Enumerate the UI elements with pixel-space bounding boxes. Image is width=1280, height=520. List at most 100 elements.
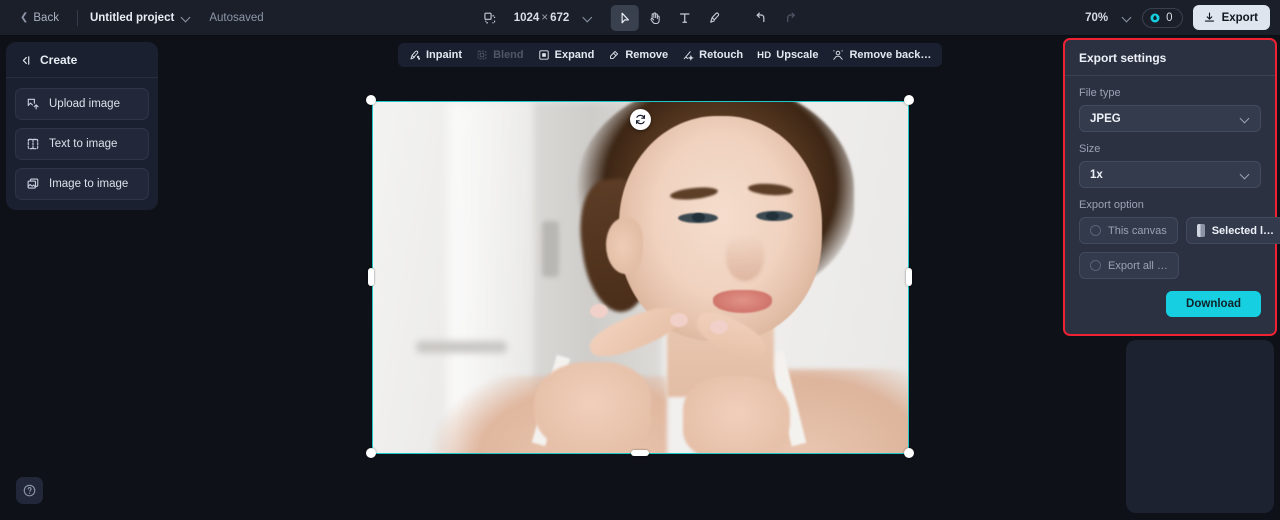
export-option-row-2: Export all … bbox=[1079, 252, 1261, 279]
topbar-left-group: ❮ Back Untitled project Autosaved bbox=[0, 8, 264, 28]
retouch-icon bbox=[683, 51, 694, 61]
zoom-chevron-down-icon[interactable] bbox=[1123, 13, 1132, 22]
text-to-image-button[interactable]: Text to image bbox=[15, 128, 149, 160]
resize-handle-top-left[interactable] bbox=[366, 95, 376, 105]
photo-hand-right bbox=[683, 375, 791, 453]
credit-drop-icon bbox=[1150, 13, 1160, 22]
text-icon[interactable] bbox=[670, 5, 698, 31]
export-button[interactable]: Export bbox=[1192, 5, 1270, 30]
brush-icon[interactable] bbox=[700, 5, 728, 31]
redo-icon[interactable] bbox=[776, 5, 804, 31]
photo-lips bbox=[712, 289, 772, 313]
zoom-level: 70% bbox=[1085, 11, 1109, 24]
layer-icon bbox=[1196, 224, 1205, 237]
frame-icon[interactable] bbox=[476, 5, 504, 31]
dimension-separator: × bbox=[541, 11, 549, 24]
selected-layer-label: Selected l… bbox=[1211, 224, 1275, 237]
upload-image-icon bbox=[27, 98, 39, 110]
photo-pupil-left bbox=[692, 213, 706, 222]
remove-button[interactable]: Remove bbox=[601, 45, 675, 65]
zoom-control[interactable]: 70% bbox=[1085, 12, 1132, 24]
create-panel-items: Upload image Text to image Image to imag… bbox=[6, 78, 158, 200]
rotate-handle[interactable] bbox=[630, 109, 651, 130]
size-chevron-down-icon bbox=[1241, 170, 1250, 179]
topbar-right-group: 70% 0 Export bbox=[1085, 5, 1270, 30]
undo-icon[interactable] bbox=[746, 5, 774, 31]
resize-handle-top-right[interactable] bbox=[904, 95, 914, 105]
upload-image-button[interactable]: Upload image bbox=[15, 88, 149, 120]
help-circle-icon bbox=[23, 484, 36, 497]
download-icon bbox=[1204, 12, 1214, 22]
export-option-selected-layer[interactable]: Selected l… bbox=[1185, 217, 1280, 244]
canvas-width: 1024 bbox=[513, 11, 540, 24]
hd-upscale-label: Upscale bbox=[776, 49, 819, 61]
remove-label: Remove bbox=[625, 49, 669, 61]
photo-ear bbox=[605, 217, 644, 274]
hd-upscale-button[interactable]: HD Upscale bbox=[750, 45, 825, 65]
help-button[interactable] bbox=[16, 477, 43, 504]
resize-handle-bottom[interactable] bbox=[631, 450, 649, 456]
export-all-label: Export all … bbox=[1108, 259, 1168, 272]
file-type-select[interactable]: JPEG bbox=[1079, 105, 1261, 132]
photo-nail-3 bbox=[710, 319, 729, 334]
inpaint-label: Inpaint bbox=[426, 49, 463, 61]
canvas-height: 672 bbox=[550, 11, 570, 24]
export-option-export-all[interactable]: Export all … bbox=[1079, 252, 1179, 279]
resize-handle-right[interactable] bbox=[906, 268, 912, 286]
file-type-value: JPEG bbox=[1090, 112, 1121, 125]
radio-icon bbox=[1090, 225, 1101, 236]
canvas-dimensions[interactable]: 1024 × 672 bbox=[514, 12, 570, 24]
expand-button[interactable]: Expand bbox=[531, 45, 602, 65]
right-side-panel bbox=[1126, 340, 1274, 513]
canvas-size-chevron-down-icon[interactable] bbox=[583, 13, 592, 22]
export-settings-title: Export settings bbox=[1079, 51, 1167, 65]
resize-handle-left[interactable] bbox=[368, 268, 374, 286]
download-row: Download bbox=[1079, 291, 1261, 317]
credits-badge[interactable]: 0 bbox=[1142, 7, 1183, 28]
photo-nail-2 bbox=[669, 312, 689, 327]
export-settings-body: File type JPEG Size 1x Export option Thi… bbox=[1065, 76, 1280, 317]
top-bar: ❮ Back Untitled project Autosaved 1024 × 6… bbox=[0, 0, 1280, 36]
blend-label: Blend bbox=[493, 49, 524, 61]
back-label: Back bbox=[33, 11, 59, 24]
photo-pupil-right bbox=[765, 211, 779, 220]
hand-icon[interactable] bbox=[640, 5, 668, 31]
inpaint-button[interactable]: Inpaint bbox=[402, 45, 469, 65]
remove-background-label: Remove back… bbox=[849, 49, 932, 61]
text-to-image-icon bbox=[27, 138, 39, 150]
export-option-label: Export option bbox=[1079, 199, 1144, 211]
chevron-down-icon[interactable] bbox=[182, 13, 191, 22]
topbar-tools-group: 1024 × 672 bbox=[476, 4, 805, 31]
image-to-image-icon bbox=[27, 178, 39, 189]
create-panel: Create Upload image Text to image Image … bbox=[6, 42, 158, 210]
export-settings-header: Export settings bbox=[1065, 40, 1275, 76]
export-option-this-canvas[interactable]: This canvas bbox=[1079, 217, 1178, 244]
canvas-photo[interactable] bbox=[373, 102, 908, 453]
remove-background-icon bbox=[833, 50, 844, 60]
size-value: 1x bbox=[1090, 168, 1103, 181]
resize-handle-bottom-right[interactable] bbox=[904, 448, 914, 458]
size-label: Size bbox=[1079, 143, 1101, 155]
image-to-image-label: Image to image bbox=[49, 178, 129, 190]
photo-background-handle bbox=[541, 221, 559, 278]
retouch-label: Retouch bbox=[699, 49, 744, 61]
rotate-icon bbox=[635, 114, 646, 125]
project-name[interactable]: Untitled project bbox=[90, 12, 174, 24]
image-to-image-button[interactable]: Image to image bbox=[15, 168, 149, 200]
size-select[interactable]: 1x bbox=[1079, 161, 1261, 188]
collapse-left-icon[interactable] bbox=[18, 54, 32, 67]
blend-icon bbox=[477, 50, 487, 60]
create-panel-title: Create bbox=[40, 53, 78, 67]
blend-button: Blend bbox=[469, 45, 531, 65]
create-panel-header: Create bbox=[6, 42, 158, 78]
resize-handle-bottom-left[interactable] bbox=[366, 448, 376, 458]
back-button[interactable]: ❮ Back bbox=[14, 8, 65, 28]
remove-background-button[interactable]: Remove back… bbox=[825, 45, 938, 65]
export-settings-panel: Export settings File type JPEG Size 1x E… bbox=[1063, 38, 1280, 336]
select-icon[interactable] bbox=[610, 4, 639, 31]
selected-image-frame[interactable] bbox=[372, 101, 909, 454]
edit-toolbar: Inpaint Blend Expand Remove Retouch HD U… bbox=[398, 43, 943, 67]
retouch-button[interactable]: Retouch bbox=[675, 45, 750, 65]
download-button[interactable]: Download bbox=[1166, 291, 1261, 317]
photo-background-shelf bbox=[415, 340, 507, 353]
